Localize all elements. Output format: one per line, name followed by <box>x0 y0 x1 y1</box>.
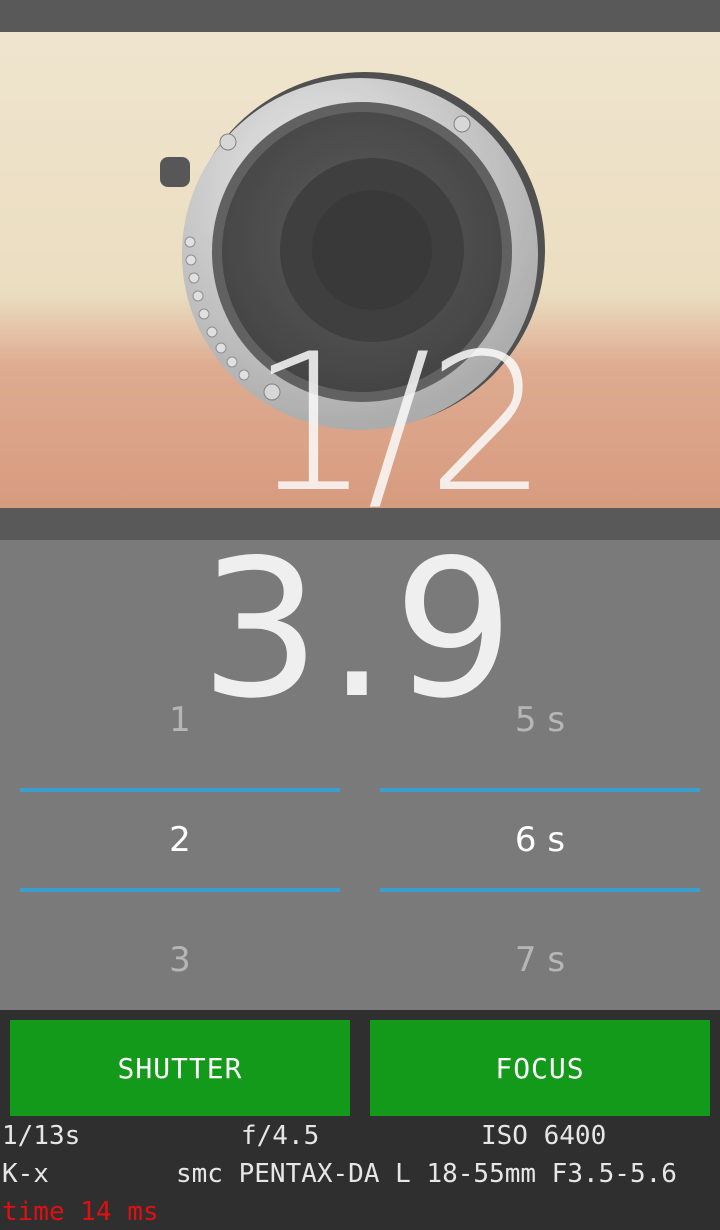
timing-readout: time 14 ms <box>2 1197 159 1227</box>
picker-right-divider-top <box>380 788 700 792</box>
picker-right-divider-bottom <box>380 888 700 892</box>
iso-readout: ISO 6400 <box>481 1121 607 1151</box>
picker-left-next[interactable]: 3 <box>20 940 340 980</box>
shutter-overlay-value: 1/2 <box>250 313 548 509</box>
aperture-readout: f/4.5 <box>241 1121 320 1151</box>
shutter-button[interactable]: SHUTTER <box>10 1020 350 1116</box>
top-status-bar <box>0 0 720 32</box>
picker-left-divider-top <box>20 788 340 792</box>
picker-left-current[interactable]: 2 <box>20 820 340 860</box>
live-view-preview[interactable]: 1/2 <box>0 32 720 508</box>
number-picker-left[interactable]: 1 2 3 <box>20 660 340 1000</box>
lens-readout: smc PENTAX-DA L 18-55mm F3.5-5.6 <box>176 1159 677 1189</box>
focus-button[interactable]: FOCUS <box>370 1020 710 1116</box>
number-picker-right[interactable]: 5 s 6 s 7 s <box>380 660 700 1000</box>
picker-left-divider-bottom <box>20 888 340 892</box>
picker-left-prev[interactable]: 1 <box>20 700 340 740</box>
picker-right-next[interactable]: 7 s <box>380 940 700 980</box>
camera-model-readout: K-x <box>2 1159 49 1189</box>
picker-right-prev[interactable]: 5 s <box>380 700 700 740</box>
shutter-speed-readout: 1/13s <box>2 1121 81 1151</box>
picker-right-current[interactable]: 6 s <box>380 820 700 860</box>
